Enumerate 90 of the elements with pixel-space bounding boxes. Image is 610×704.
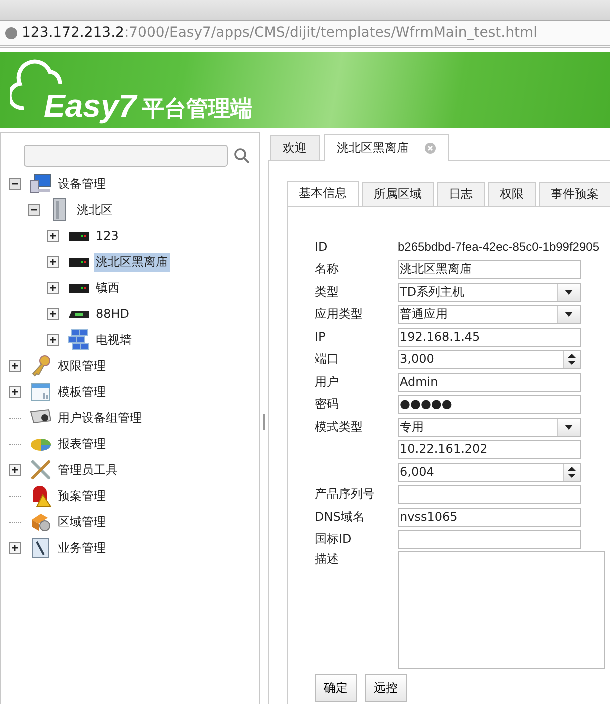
dropdown[interactable]: 专用 — [398, 418, 581, 437]
logo-text: Easy7 — [44, 90, 137, 122]
expand-toggle[interactable] — [9, 386, 21, 398]
field-label: IP — [315, 330, 326, 344]
expand-toggle[interactable] — [47, 282, 59, 294]
alarm-light-icon — [30, 484, 52, 508]
tree-item[interactable]: 权限管理 — [56, 356, 108, 376]
text-field[interactable] — [398, 530, 581, 550]
tab[interactable]: 事件预案 — [539, 182, 610, 206]
tree-item[interactable]: 设备管理 — [56, 174, 108, 194]
app-title: 平台管理端 — [142, 98, 253, 122]
number-spinner[interactable]: 3,000 — [398, 350, 581, 370]
field-label: 用户 — [315, 374, 339, 389]
field-label: 类型 — [315, 284, 339, 299]
field-label: 模式类型 — [315, 420, 363, 434]
expand-toggle[interactable] — [47, 308, 59, 320]
field-label: 产品序列号 — [315, 487, 375, 502]
action-button[interactable]: 远控 — [365, 674, 407, 702]
tree-item[interactable]: 用户设备组管理 — [56, 408, 144, 428]
tree-item[interactable]: 模板管理 — [56, 382, 108, 402]
tab[interactable]: 所属区域 — [362, 182, 434, 206]
tree-item[interactable]: 123 — [94, 228, 121, 244]
dropdown[interactable]: 普通应用 — [398, 305, 581, 324]
text-field[interactable]: Admin — [398, 372, 581, 392]
tree-item[interactable]: 报表管理 — [56, 434, 108, 454]
splitter-handle[interactable] — [263, 414, 265, 430]
encoder-icon — [68, 309, 90, 319]
field-label: 密码 — [315, 397, 339, 412]
field-label: 应用类型 — [315, 307, 363, 322]
field-label: 描述 — [315, 552, 339, 566]
field-label: 端口 — [315, 352, 339, 366]
video-wall-icon — [68, 329, 90, 351]
tab[interactable]: 权限 — [488, 182, 536, 206]
address-bar[interactable]: 123.172.213.2:7000/Easy7/apps/CMS/dijit/templates/WfrmMain_test.html — [0, 20, 610, 48]
tree-item[interactable]: 管理员工具 — [56, 460, 120, 480]
tab[interactable]: 基本信息 — [287, 181, 359, 206]
expand-toggle[interactable] — [47, 230, 59, 242]
tree-item[interactable]: 洮北区黑离庙 — [94, 252, 170, 272]
tree-item[interactable]: 预案管理 — [56, 486, 108, 506]
collapse-toggle[interactable] — [9, 178, 21, 190]
tree-item[interactable]: 88HD — [94, 306, 132, 322]
expand-toggle[interactable] — [47, 256, 59, 268]
action-button[interactable]: 确定 — [315, 674, 357, 702]
dropdown[interactable]: TD系列主机 — [398, 282, 581, 302]
text-field[interactable] — [398, 485, 581, 504]
number-spinner[interactable]: 6,004 — [398, 462, 581, 482]
text-field[interactable]: nvss1065 — [398, 508, 581, 527]
text-field[interactable]: 192.168.1.45 — [398, 328, 581, 347]
globe-icon — [5, 26, 18, 40]
document-icon — [30, 537, 52, 559]
search-field[interactable] — [24, 145, 228, 167]
box-gear-icon — [30, 511, 52, 533]
expand-toggle[interactable] — [9, 464, 21, 476]
expand-toggle[interactable] — [47, 334, 59, 346]
recorder-icon — [68, 230, 90, 242]
field-label: ID — [315, 240, 328, 254]
tree-item[interactable]: 镇西 — [94, 278, 122, 298]
caret-icon — [565, 424, 573, 430]
url-path: :7000/Easy7/apps/CMS/dijit/templates/WfrmMain_test.html — [124, 25, 538, 41]
tree-item[interactable]: 业务管理 — [56, 538, 108, 558]
caret-icon — [565, 312, 573, 318]
tree-item[interactable]: 电视墙 — [94, 330, 134, 350]
text-field[interactable]: 10.22.161.202 — [398, 440, 581, 460]
tab[interactable]: 欢迎 — [270, 135, 320, 160]
expand-toggle[interactable] — [9, 360, 21, 372]
url-host: 123.172.213.2 — [22, 25, 124, 41]
field-label: 国标ID — [315, 532, 352, 546]
spin-arrows-icon — [568, 466, 576, 478]
field-label: DNS域名 — [315, 510, 365, 524]
tab[interactable]: 洮北区黑离庙 — [324, 134, 449, 161]
pie-chart-icon — [30, 436, 52, 452]
text-field[interactable]: 洮北区黑离庙 — [398, 260, 581, 280]
search-icon[interactable] — [234, 148, 250, 164]
spin-arrows-icon — [568, 354, 576, 366]
collapse-toggle[interactable] — [28, 204, 40, 216]
caret-icon — [565, 290, 573, 295]
computer-icon — [29, 173, 53, 195]
server-tower-icon — [51, 198, 69, 222]
tools-icon — [30, 459, 52, 481]
field-label: 名称 — [315, 262, 339, 276]
tab[interactable]: 日志 — [437, 182, 485, 206]
key-icon — [30, 355, 52, 377]
recorder-icon — [68, 282, 90, 294]
tree-item[interactable]: 洮北区 — [75, 200, 115, 220]
calendar-icon — [30, 381, 52, 403]
id-value: b265bdbd-7fea-42ec-85c0-1b99f2905 — [398, 240, 600, 254]
expand-toggle[interactable] — [9, 542, 21, 554]
text-field[interactable]: ●●●●● — [398, 395, 581, 414]
recorder-icon — [68, 256, 90, 268]
tree-item[interactable]: 区域管理 — [56, 512, 108, 532]
